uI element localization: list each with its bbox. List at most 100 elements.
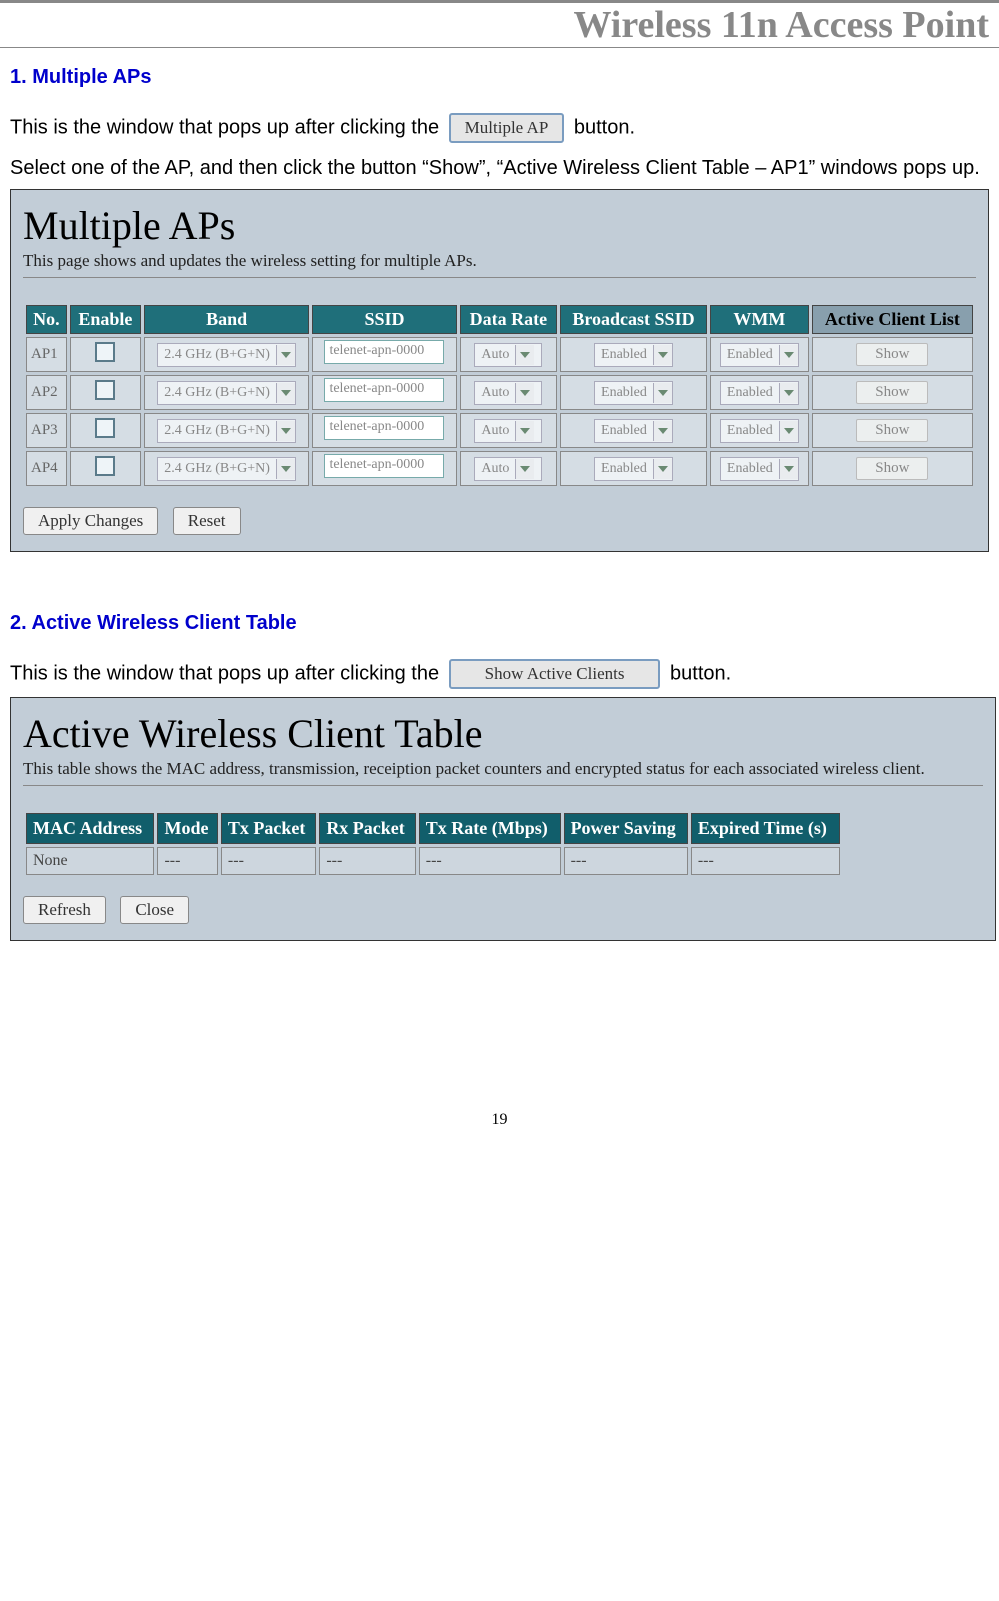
ap-enable-checkbox[interactable] <box>95 342 115 362</box>
section2-text-before: This is the window that pops up after cl… <box>10 662 445 684</box>
divider <box>23 785 983 786</box>
section2-heading: 2. Active Wireless Client Table <box>10 612 989 635</box>
col-active: Active Client List <box>812 305 973 334</box>
ap-show-cell: Show <box>812 337 973 372</box>
show-active-clients-button[interactable]: Show Active Clients <box>449 659 661 689</box>
ap-band-cell: 2.4 GHz (B+G+N) <box>144 337 309 372</box>
multiple-aps-table: No. Enable Band SSID Data Rate Broadcast… <box>23 302 976 489</box>
ap-no: AP3 <box>26 413 67 448</box>
ap-show-cell: Show <box>812 375 973 410</box>
col-wmm: WMM <box>710 305 809 334</box>
chevron-down-icon <box>779 421 798 441</box>
band-select[interactable]: 2.4 GHz (B+G+N) <box>157 457 296 481</box>
wmm-select[interactable]: Enabled <box>720 343 799 367</box>
ap-wmm-cell: Enabled <box>710 337 809 372</box>
refresh-button[interactable]: Refresh <box>23 896 106 924</box>
reset-button[interactable]: Reset <box>173 507 241 535</box>
bcast-select[interactable]: Enabled <box>594 457 673 481</box>
ap-rate-cell: Auto <box>460 337 557 372</box>
show-button[interactable]: Show <box>856 343 928 366</box>
chevron-down-icon <box>653 459 672 479</box>
client-table-panel: Active Wireless Client Table This table … <box>10 697 996 941</box>
ssid-input[interactable]: telenet-apn-0000 <box>324 416 444 440</box>
ct-col-exp: Expired Time (s) <box>691 813 840 844</box>
ap-no: AP4 <box>26 451 67 486</box>
band-select[interactable]: 2.4 GHz (B+G+N) <box>157 381 296 405</box>
section1-paragraph2: Select one of the AP, and then click the… <box>10 155 989 181</box>
wmm-select[interactable]: Enabled <box>720 457 799 481</box>
rate-select[interactable]: Auto <box>474 343 542 367</box>
ap-row: AP4 2.4 GHz (B+G+N) telenet-apn-0000 Auto En… <box>26 451 973 486</box>
ap-enable-checkbox[interactable] <box>95 456 115 476</box>
multiple-aps-panel: Multiple APs This page shows and updates… <box>10 189 989 552</box>
multiple-ap-button[interactable]: Multiple AP <box>449 113 565 143</box>
ct-rx: --- <box>319 847 415 875</box>
ap-rate-cell: Auto <box>460 413 557 448</box>
rate-select[interactable]: Auto <box>474 457 542 481</box>
chevron-down-icon <box>653 345 672 365</box>
ssid-input[interactable]: telenet-apn-0000 <box>324 454 444 478</box>
ct-col-power: Power Saving <box>564 813 688 844</box>
bcast-select[interactable]: Enabled <box>594 381 673 405</box>
ap-rate-cell: Auto <box>460 451 557 486</box>
ap-row: AP3 2.4 GHz (B+G+N) telenet-apn-0000 Auto En… <box>26 413 973 448</box>
chevron-down-icon <box>276 383 295 403</box>
chevron-down-icon <box>779 459 798 479</box>
rate-select[interactable]: Auto <box>474 381 542 405</box>
col-ssid: SSID <box>312 305 457 334</box>
chevron-down-icon <box>779 345 798 365</box>
col-band: Band <box>144 305 309 334</box>
band-select[interactable]: 2.4 GHz (B+G+N) <box>157 343 296 367</box>
rate-select[interactable]: Auto <box>474 419 542 443</box>
section1-heading: 1. Multiple APs <box>10 66 989 89</box>
chevron-down-icon <box>276 459 295 479</box>
chevron-down-icon <box>276 421 295 441</box>
ap-ssid-cell: telenet-apn-0000 <box>312 375 457 410</box>
client-table-title: Active Wireless Client Table <box>23 710 983 757</box>
show-button[interactable]: Show <box>856 419 928 442</box>
col-enable: Enable <box>70 305 141 334</box>
wmm-select[interactable]: Enabled <box>720 381 799 405</box>
ap-enable-checkbox[interactable] <box>95 380 115 400</box>
multiple-aps-desc: This page shows and updates the wireless… <box>23 251 976 271</box>
ap-enable-cell <box>70 413 141 448</box>
show-button[interactable]: Show <box>856 457 928 480</box>
band-select[interactable]: 2.4 GHz (B+G+N) <box>157 419 296 443</box>
chevron-down-icon <box>653 383 672 403</box>
ap-ssid-cell: telenet-apn-0000 <box>312 337 457 372</box>
bcast-select[interactable]: Enabled <box>594 343 673 367</box>
ct-col-rx: Rx Packet <box>319 813 415 844</box>
ct-rate: --- <box>419 847 561 875</box>
ct-col-mode: Mode <box>157 813 217 844</box>
ct-col-tx: Tx Packet <box>221 813 316 844</box>
ct-mac: None <box>26 847 154 875</box>
ap-wmm-cell: Enabled <box>710 375 809 410</box>
section1-text-after: button. <box>574 116 635 138</box>
ap-enable-cell <box>70 451 141 486</box>
show-button[interactable]: Show <box>856 381 928 404</box>
ap-bcast-cell: Enabled <box>560 413 707 448</box>
bcast-select[interactable]: Enabled <box>594 419 673 443</box>
ap-row: AP1 2.4 GHz (B+G+N) telenet-apn-0000 Auto En… <box>26 337 973 372</box>
ap-no: AP1 <box>26 337 67 372</box>
apply-changes-button[interactable]: Apply Changes <box>23 507 158 535</box>
ap-band-cell: 2.4 GHz (B+G+N) <box>144 451 309 486</box>
client-table-desc: This table shows the MAC address, transm… <box>23 759 983 779</box>
wmm-select[interactable]: Enabled <box>720 419 799 443</box>
page-header-title: Wireless 11n Access Point <box>573 4 989 46</box>
section1-text-line1: This is the window that pops up after cl… <box>10 113 989 143</box>
chevron-down-icon <box>515 383 534 403</box>
ap-bcast-cell: Enabled <box>560 375 707 410</box>
ap-enable-checkbox[interactable] <box>95 418 115 438</box>
ssid-input[interactable]: telenet-apn-0000 <box>324 340 444 364</box>
page-number: 19 <box>0 1111 999 1129</box>
section2-text-after: button. <box>670 662 731 684</box>
close-button[interactable]: Close <box>120 896 189 924</box>
ct-exp: --- <box>691 847 840 875</box>
ssid-input[interactable]: telenet-apn-0000 <box>324 378 444 402</box>
chevron-down-icon <box>515 421 534 441</box>
ap-no: AP2 <box>26 375 67 410</box>
col-no: No. <box>26 305 67 334</box>
ap-ssid-cell: telenet-apn-0000 <box>312 413 457 448</box>
ap-row: AP2 2.4 GHz (B+G+N) telenet-apn-0000 Auto En… <box>26 375 973 410</box>
